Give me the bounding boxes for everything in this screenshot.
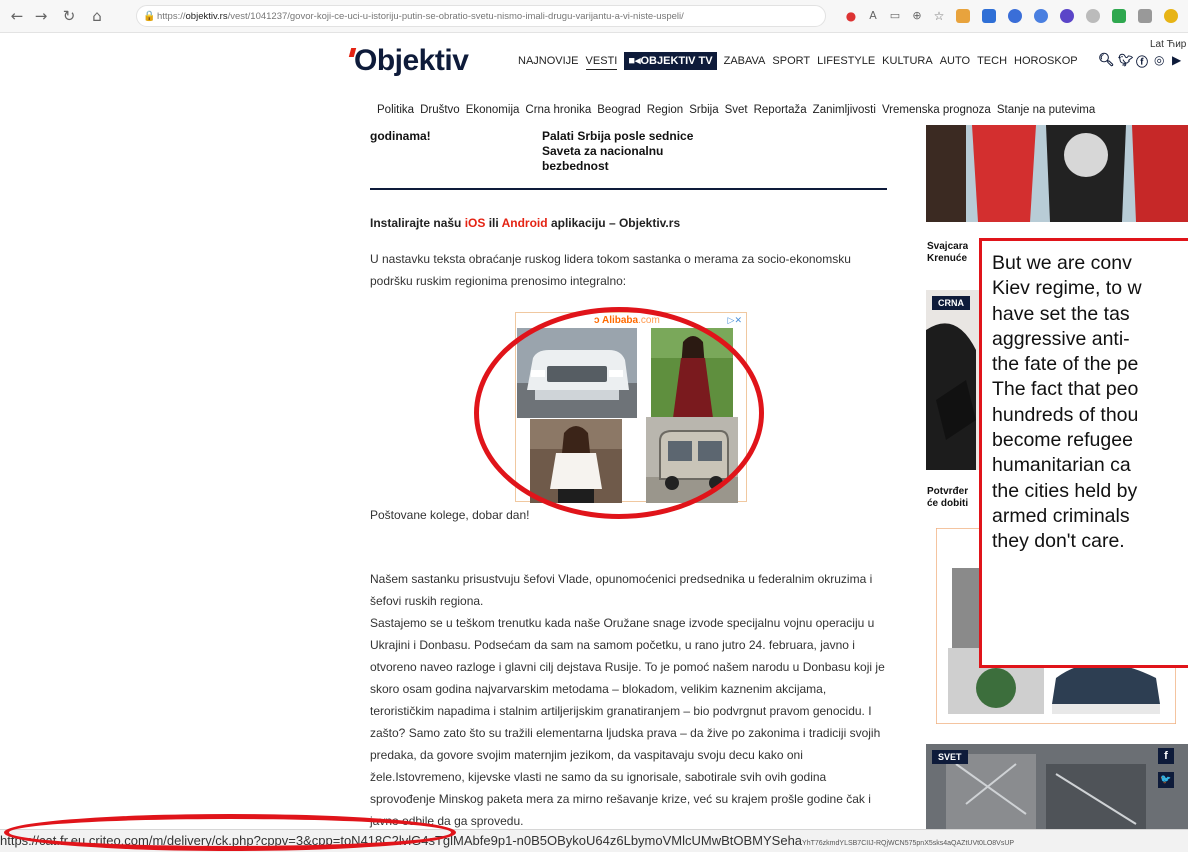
cat-crna-hronika[interactable]: Crna hronika [525,104,591,116]
cat-vremenska-prognoza[interactable]: Vremenska prognoza [882,104,991,116]
cat-beograd[interactable]: Beograd [597,104,640,116]
instagram-icon[interactable]: ◎ [1154,53,1164,67]
cat-ekonomija[interactable]: Ekonomija [466,104,520,116]
read-aloud-icon[interactable]: A [864,7,882,25]
site-logo[interactable]: Objektiv [348,44,469,78]
ad-image-suv[interactable] [517,328,637,418]
sidebar-image-sport[interactable] [926,125,1188,222]
extension-icon[interactable] [956,9,970,23]
article-greeting: Poštovane kolege, dobar dan! [370,508,530,522]
status-url-tail: YhT76zkmdYLSB7CIIJ-RQjWCN575pnX5sks4aQAZ… [802,840,1015,847]
back-icon[interactable]: ← [8,7,26,25]
share-facebook-icon[interactable]: f [1158,748,1174,764]
home-icon[interactable]: ⌂ [88,7,106,25]
zoom-icon[interactable]: ⊕ [908,7,926,25]
nav-tech[interactable]: TECH [977,53,1007,69]
extension-icon[interactable] [1138,9,1152,23]
related-headline-right[interactable]: Palati Srbija posle sednice Saveta za na… [542,129,693,174]
article-paragraph-1: Našem sastanku prisustvuju šefovi Vlade,… [370,572,873,608]
address-bar[interactable]: 🔒 https://objektiv.rs/vest/1041237/govor-… [136,5,826,27]
nav-auto[interactable]: AUTO [940,53,970,69]
search-icon[interactable]: 🔍︎ [1098,53,1115,68]
adchoices-icon[interactable]: ▷✕ [728,315,742,326]
cat-drustvo[interactable]: Društvo [420,104,460,116]
url-host: objektiv.rs [185,11,228,22]
link-status-bar: https://cat.fr.eu.criteo.com/m/delivery/… [0,829,1188,852]
install-app-line: Instalirajte našu iOS ili Android aplika… [370,216,681,230]
reload-icon[interactable]: ↻ [60,7,78,25]
cat-stanje-na-putevima[interactable]: Stanje na putevima [997,104,1095,116]
nav-zabava[interactable]: ZABAVA [724,53,766,69]
ad-image-blouse[interactable] [530,419,622,503]
alibaba-logo-icon: ↄ [594,315,600,326]
top-navigation: NAJNOVIJE VESTI ■◂OBJEKTIV TV ZABAVA SPO… [518,52,1085,70]
share-twitter-icon[interactable]: 🐦 [1158,772,1174,788]
cat-politika[interactable]: Politika [377,104,414,116]
twitter-icon[interactable]: 🐦︎ [1118,53,1133,67]
ad-image-dress[interactable] [651,328,733,418]
alibaba-ad[interactable]: ↄ Alibaba.com ▷✕ [515,312,747,503]
nav-najnovije[interactable]: NAJNOVIJE [518,53,579,69]
tracking-icon[interactable]: ● [842,7,860,25]
cat-region[interactable]: Region [647,104,683,116]
article-intro: U nastavku teksta obraćanje ruskog lider… [370,252,851,288]
extension-icon[interactable] [1086,9,1100,23]
status-url: https://cat.fr.eu.criteo.com/m/delivery/… [0,833,803,848]
cat-reportaza[interactable]: Reportaža [754,104,807,116]
extension-icon[interactable] [1060,9,1074,23]
forward-icon[interactable]: → [32,7,50,25]
nav-horoskop[interactable]: HOROSKOP [1014,53,1078,69]
url-path: /vest/1041237/govor-koji-ce-uci-u-istori… [227,11,684,22]
extension-icon[interactable] [982,9,996,23]
category-navigation: Politika Društvo Ekonomija Crna hronika … [377,104,1101,116]
extension-icon[interactable] [1164,9,1178,23]
translation-quote-box: But we are conv Kiev regime, to w have s… [979,238,1188,668]
nav-vesti[interactable]: VESTI [585,53,618,70]
facebook-icon[interactable]: ⓕ [1136,53,1148,70]
article-paragraph-2: Sastajemo se u teškom trenutku kada naše… [370,616,885,828]
tv-icon: ■◂ [628,55,641,67]
ad-image-tricycle[interactable] [646,417,738,503]
cat-svet[interactable]: Svet [725,104,748,116]
youtube-icon[interactable]: ▶ [1172,53,1181,67]
nav-lifestyle[interactable]: LIFESTYLE [817,53,875,69]
related-headline-left[interactable]: godinama! [370,129,431,144]
sidebar-tag-svet[interactable]: SVET [932,750,968,764]
url-prefix: https:// [157,11,186,22]
language-switch[interactable]: Lat Ћир [1150,39,1186,50]
nav-sport[interactable]: SPORT [772,53,810,69]
favorite-icon[interactable]: ☆ [930,7,948,25]
section-divider [370,188,887,190]
reader-icon[interactable]: ▭ [886,7,904,25]
alibaba-logo: ↄ Alibaba.com [594,315,660,326]
cat-zanimljivosti[interactable]: Zanimljivosti [813,104,876,116]
extension-icon[interactable] [1112,9,1126,23]
ios-link[interactable]: iOS [465,216,486,230]
sidebar-tag-crna[interactable]: CRNA [932,296,970,310]
cat-srbija[interactable]: Srbija [689,104,718,116]
sidebar-caption-2[interactable]: Potvrđer će dobiti [927,486,968,510]
nav-objektiv-tv[interactable]: ■◂OBJEKTIV TV [624,52,717,70]
nav-kultura[interactable]: KULTURA [882,53,933,69]
extension-icon[interactable] [1034,9,1048,23]
lock-icon: 🔒 [143,11,156,22]
sidebar-caption-1[interactable]: Švajcara Krenuće [927,241,968,265]
extension-icon[interactable] [1008,9,1022,23]
android-link[interactable]: Android [502,216,548,230]
